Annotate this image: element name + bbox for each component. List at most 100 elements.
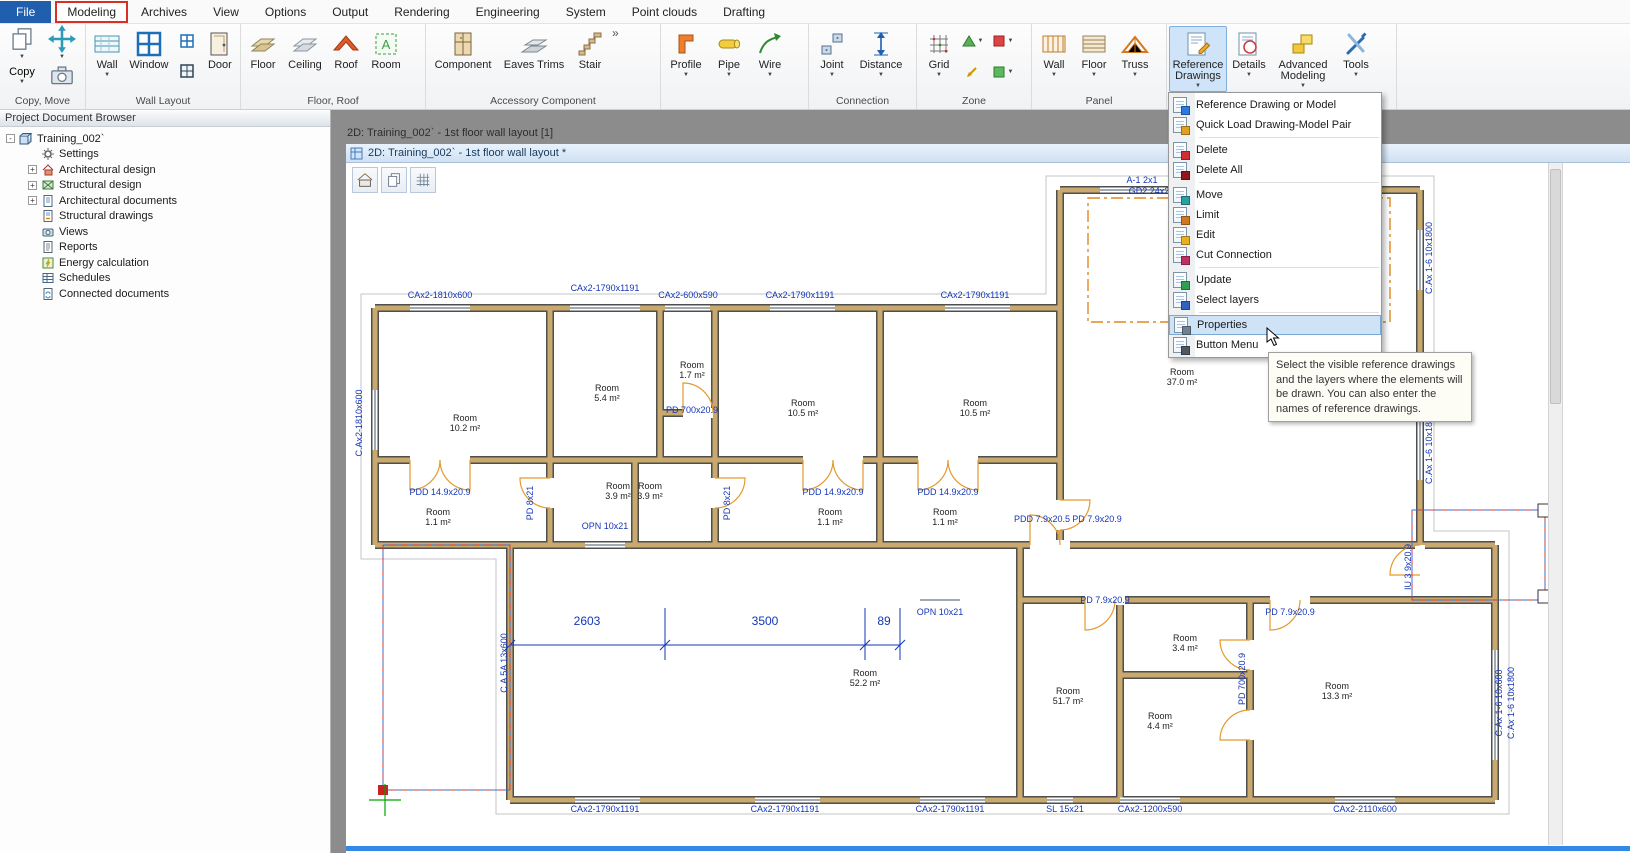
menu-view[interactable]: View xyxy=(200,2,252,22)
floor-icon xyxy=(249,30,277,58)
menu-item-delete-all[interactable]: Delete All xyxy=(1169,160,1381,180)
camera-button[interactable] xyxy=(42,59,82,92)
menu-archives[interactable]: Archives xyxy=(128,2,200,22)
menu-rendering[interactable]: Rendering xyxy=(381,2,462,22)
reference-drawings-button[interactable]: Reference Drawings ▼ xyxy=(1169,26,1227,92)
collapse-icon[interactable]: - xyxy=(6,134,15,143)
sidebar-item-architectural-documents[interactable]: + Architectural documents xyxy=(6,193,330,209)
wall-button[interactable]: Wall ▼ xyxy=(88,26,126,92)
sidebar-item-energy-calculation[interactable]: Energy calculation xyxy=(6,255,330,271)
stair-icon xyxy=(576,30,604,58)
window-button[interactable]: Window xyxy=(126,26,172,92)
grid-button[interactable]: Grid ▼ xyxy=(919,26,959,92)
tree-root[interactable]: - Training_002` xyxy=(6,131,330,147)
plan-label: C.Ax 1-6 10x600 xyxy=(1494,669,1504,736)
window-alt-button[interactable] xyxy=(174,58,200,84)
selection-box-left-blue[interactable] xyxy=(383,545,510,790)
menu-point-clouds[interactable]: Point clouds xyxy=(619,2,710,22)
sidebar-item-settings[interactable]: Settings xyxy=(6,147,330,163)
dimension-lines xyxy=(505,608,905,660)
menu-item-select-layers[interactable]: Select layers xyxy=(1169,290,1381,310)
drawing-window-titlebar[interactable]: 2D: Training_002` - 1st floor wall layou… xyxy=(346,144,1630,163)
vertical-scrollbar[interactable] xyxy=(1548,163,1563,845)
sidebar-item-structural-design[interactable]: + Structural design xyxy=(6,178,330,194)
menu-item-delete[interactable]: Delete xyxy=(1169,140,1381,160)
joint-button[interactable]: Joint ▼ xyxy=(811,26,853,92)
profile-button[interactable]: Profile ▼ xyxy=(663,26,709,92)
zone-green-button[interactable]: ▼ xyxy=(989,59,1015,85)
scrollbar-thumb[interactable] xyxy=(1550,169,1561,404)
menu-item-edit[interactable]: Edit xyxy=(1169,225,1381,245)
roof-button[interactable]: Roof xyxy=(327,26,365,92)
copy-button[interactable]: ▼ xyxy=(2,26,42,59)
sidebar-item-connected-documents[interactable]: Connected documents xyxy=(6,286,330,302)
schedules-icon xyxy=(41,271,55,285)
menu-engineering[interactable]: Engineering xyxy=(463,2,553,22)
expand-icon[interactable]: + xyxy=(28,181,37,190)
home-view-button[interactable] xyxy=(352,167,378,193)
floor-button[interactable]: Floor xyxy=(243,26,283,92)
room-button[interactable]: A Room xyxy=(365,26,407,92)
sidebar-item-structural-drawings[interactable]: Structural drawings xyxy=(6,209,330,225)
views-icon xyxy=(41,225,55,239)
component-button[interactable]: Component xyxy=(428,26,498,92)
eaves-trims-button[interactable]: Eaves Trims xyxy=(498,26,570,92)
zone-red-button[interactable]: ▼ xyxy=(989,28,1015,54)
background-window-title[interactable]: 2D: Training_002` - 1st floor wall layou… xyxy=(347,127,553,139)
accessory-expander-button[interactable]: » xyxy=(610,26,621,48)
zone-hatch-button[interactable] xyxy=(959,59,985,85)
copy-menu-button[interactable]: Copy ▼ xyxy=(2,59,42,92)
menu-modeling[interactable]: Modeling xyxy=(55,1,128,23)
plan-label: Room3.9 m² xyxy=(637,481,663,501)
advanced-modeling-button[interactable]: Advanced Modeling ▼ xyxy=(1271,26,1335,92)
menu-output[interactable]: Output xyxy=(319,2,381,22)
sidebar-item-architectural-design[interactable]: + Architectural design xyxy=(6,162,330,178)
plan-label: 89 xyxy=(877,614,891,628)
home-icon xyxy=(356,171,374,189)
sidebar-item-reports[interactable]: Reports xyxy=(6,240,330,256)
menu-item-quick-load[interactable]: Quick Load Drawing-Model Pair xyxy=(1169,115,1381,135)
joint-icon xyxy=(818,30,846,58)
quick-load-icon xyxy=(1173,117,1187,133)
ceiling-button[interactable]: Ceiling xyxy=(283,26,327,92)
panel-wall-button[interactable]: Wall ▼ xyxy=(1034,26,1074,92)
plan-label: PDD 14.9x20.9 xyxy=(409,487,470,497)
menu-item-limit[interactable]: Limit xyxy=(1169,205,1381,225)
menu-item-cut-connection[interactable]: Cut Connection xyxy=(1169,245,1381,265)
truss-button[interactable]: Truss ▼ xyxy=(1114,26,1156,92)
menu-drafting[interactable]: Drafting xyxy=(710,2,778,22)
wire-button[interactable]: Wire ▼ xyxy=(749,26,791,92)
menu-item-reference-drawing-or-model[interactable]: Reference Drawing or Model xyxy=(1169,95,1381,115)
panel-floor-button[interactable]: Floor ▼ xyxy=(1074,26,1114,92)
sidebar-item-views[interactable]: Views xyxy=(6,224,330,240)
floor-plan-canvas[interactable]: CAx2-1810x600CAx2-1790x1191CAx2-600x590C… xyxy=(347,163,1630,845)
menu-options[interactable]: Options xyxy=(252,2,319,22)
tools-button[interactable]: Tools ▼ xyxy=(1335,26,1377,92)
expand-icon[interactable]: + xyxy=(28,196,37,205)
menu-system[interactable]: System xyxy=(553,2,619,22)
copy-view-button[interactable] xyxy=(381,167,407,193)
details-button[interactable]: Details ▼ xyxy=(1227,26,1271,92)
menu-item-update[interactable]: Update xyxy=(1169,270,1381,290)
wall-icon xyxy=(93,30,121,58)
pipe-button[interactable]: Pipe ▼ xyxy=(709,26,749,92)
plan-label: CAx2-1790x1191 xyxy=(751,804,820,814)
grid-view-button[interactable] xyxy=(410,167,436,193)
plan-label: PD 7.9x20.9 xyxy=(1072,514,1122,524)
expand-icon[interactable]: + xyxy=(28,165,37,174)
selection-box-right-blue[interactable] xyxy=(1412,510,1545,600)
stair-button[interactable]: Stair xyxy=(570,26,610,92)
room-icon: A xyxy=(372,30,400,58)
plan-label: CAx2-1790x1191 xyxy=(941,290,1010,300)
menu-item-move[interactable]: Move xyxy=(1169,185,1381,205)
menu-file[interactable]: File xyxy=(0,1,51,23)
distance-button[interactable]: Distance ▼ xyxy=(853,26,909,92)
window-small-button[interactable] xyxy=(174,28,200,54)
move-button[interactable]: ▼ xyxy=(42,26,82,59)
plan-label: Room10.5 m² xyxy=(788,398,819,418)
selection-handle-red[interactable] xyxy=(378,785,388,795)
grid-icon xyxy=(925,30,953,58)
zone-boundary-button[interactable]: ▼ xyxy=(959,28,985,54)
sidebar-item-schedules[interactable]: Schedules xyxy=(6,271,330,287)
door-button[interactable]: Door xyxy=(202,26,238,92)
